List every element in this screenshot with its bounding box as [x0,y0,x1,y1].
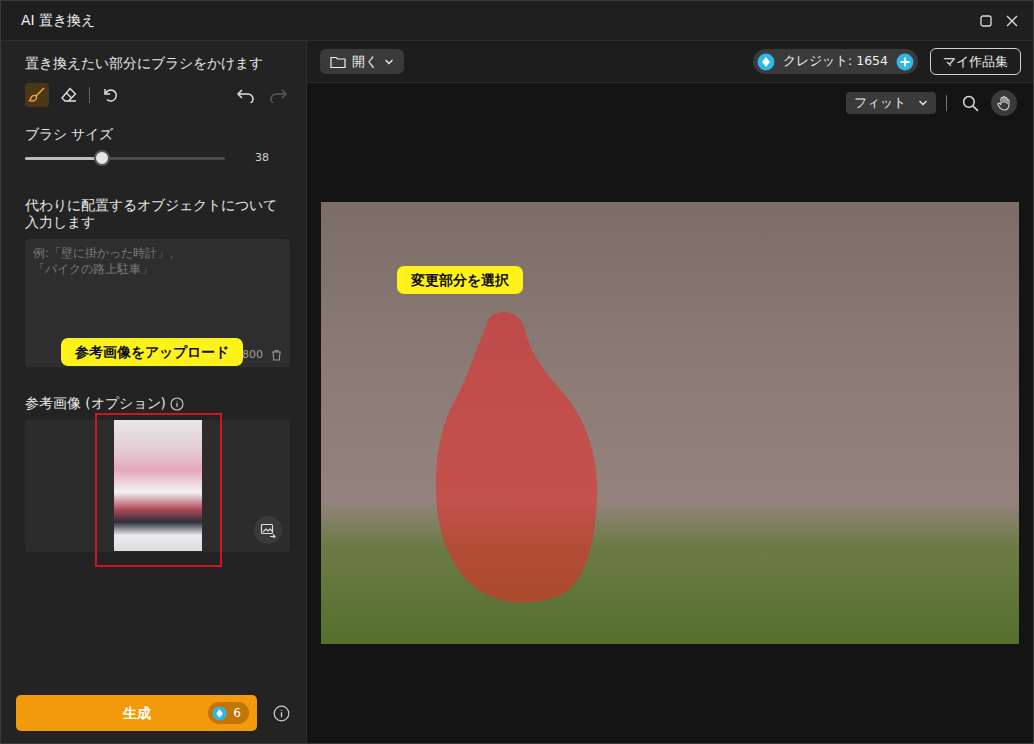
chevron-icon [918,99,928,107]
replace-image-icon[interactable] [254,516,282,544]
select-annotation: 変更部分を選択 [397,266,523,294]
reference-image-box[interactable] [25,420,290,552]
open-button[interactable]: 開く [320,49,404,75]
trash-icon[interactable] [271,349,282,361]
highlight-frame [95,413,222,567]
slider-knob[interactable] [94,150,110,166]
prompt-label: 代わりに配置するオブジェクトについて入力します [25,197,290,231]
close-icon[interactable] [1001,10,1023,32]
credits-display: クレジット: 1654 [753,49,918,74]
credits-text: クレジット: 1654 [783,52,888,71]
eraser-icon[interactable] [57,83,81,107]
folder-icon [330,55,346,69]
selection-mask [429,308,605,604]
reference-thumbnail [114,420,202,551]
search-icon[interactable] [957,90,983,116]
add-credit-icon[interactable] [896,53,914,71]
redo-icon[interactable] [266,83,290,107]
info-icon[interactable] [273,705,290,722]
maximize-icon[interactable] [975,10,997,32]
info-icon[interactable] [170,397,184,411]
prompt-input[interactable] [33,245,282,347]
photo-canvas[interactable]: 変更部分を選択 [321,202,1019,644]
settings-panel: 置き換えたい部分にブラシをかけます ブラシ サイズ 38 代わりに配置するオブジ… [1,41,307,743]
credit-icon [212,706,227,721]
window-title: AI 置き換え [21,10,95,31]
brush-instruction: 置き換えたい部分にブラシをかけます [25,55,290,72]
app-window: AI 置き換え 置き換えたい部分にブラシをかけます ブラシ サイズ 38 [0,0,1034,744]
cost-value: 6 [233,704,241,722]
title-bar: AI 置き換え [1,1,1033,41]
cost-badge: 6 [208,702,249,724]
zoom-select[interactable]: フィット [846,92,936,115]
credit-icon [757,53,775,71]
chevron-icon [384,58,394,66]
slider-fill [25,157,102,160]
generate-button[interactable]: 生成 6 [16,695,257,731]
brush-icon[interactable] [25,83,49,107]
reference-label: 参考画像 (オプション) [25,395,166,412]
reset-icon[interactable] [98,83,122,107]
gallery-button[interactable]: マイ作品集 [930,48,1021,76]
hand-icon[interactable] [991,90,1017,116]
undo-icon[interactable] [234,83,258,107]
brush-size-value: 38 [255,150,269,167]
brush-size-slider[interactable] [25,157,225,160]
upload-annotation: 参考画像をアップロード [61,338,243,366]
brush-size-label: ブラシ サイズ [25,126,290,143]
tool-group [25,83,81,107]
